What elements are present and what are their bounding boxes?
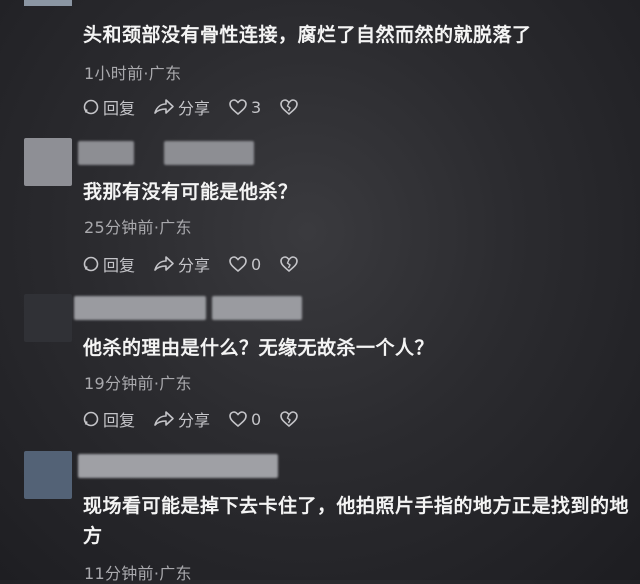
reply-button[interactable]: 回复 [82,252,135,276]
comment-text: 头和颈部没有骨性连接，腐烂了自然而然的就脱落了 [83,24,532,46]
broken-heart-icon [279,255,299,273]
comment-text: 我那有没有可能是他杀？ [83,181,298,203]
reply-button[interactable]: 回复 [82,407,135,431]
username-blurred[interactable] [212,296,302,320]
username-blurred[interactable] [164,141,254,165]
like-count: 0 [251,254,262,274]
like-count: 3 [251,97,262,117]
share-button[interactable]: 分享 [153,95,210,119]
username-blurred[interactable] [74,296,206,320]
comment-meta: 25分钟前·广东 [84,218,192,237]
comment-text: 他杀的理由是什么？无缘无故杀一个人？ [83,337,435,359]
reply-label: 回复 [103,99,136,118]
share-label: 分享 [178,256,211,275]
comment-actions: 回复 分享 0 [82,251,317,277]
reply-label: 回复 [103,256,136,275]
share-arrow-icon [153,255,175,273]
reply-label: 回复 [103,411,136,430]
share-label: 分享 [178,411,211,430]
reply-button[interactable]: 回复 [82,95,135,119]
comment-actions: 回复 分享 0 [82,406,317,432]
like-button[interactable]: 0 [228,255,261,274]
comment-meta: 19分钟前·广东 [84,374,192,393]
share-button[interactable]: 分享 [153,407,210,431]
comment-meta: 1小时前·广东 [84,64,182,83]
share-button[interactable]: 分享 [153,252,210,276]
avatar[interactable] [24,294,72,342]
heart-icon [228,410,248,428]
share-arrow-icon [153,98,175,116]
comment-meta: 11分钟前·广东 [84,564,192,583]
broken-heart-icon [279,98,299,116]
broken-heart-icon [279,410,299,428]
comment-actions: 回复 分享 3 [82,94,317,120]
dislike-button[interactable] [279,255,299,273]
avatar[interactable] [24,0,72,6]
share-label: 分享 [178,99,211,118]
heart-icon [228,255,248,273]
reply-bubble-icon [82,410,100,428]
heart-icon [228,98,248,116]
like-button[interactable]: 3 [228,98,261,117]
share-arrow-icon [153,410,175,428]
reply-bubble-icon [82,98,100,116]
dislike-button[interactable] [279,98,299,116]
username-blurred[interactable] [78,141,134,165]
like-count: 0 [251,409,262,429]
username-blurred[interactable] [78,454,278,478]
like-button[interactable]: 0 [228,410,261,429]
reply-bubble-icon [82,255,100,273]
dislike-button[interactable] [279,410,299,428]
comment-text: 现场看可能是掉下去卡住了，他拍照片手指的地方正是找到的地方 [83,495,630,547]
avatar[interactable] [24,138,72,186]
avatar[interactable] [24,451,72,499]
